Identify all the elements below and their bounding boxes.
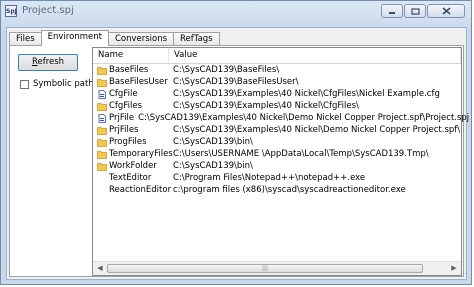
scroll-right-icon[interactable]: ▶ [449,264,459,273]
list-item-name: PrjFiles [109,125,139,135]
grip-icon: ||| [261,265,269,272]
list-item[interactable]: PrjFiles C:\SysCAD139\Examples\40 Nickel\… [93,124,461,136]
title-bar[interactable]: SpJ Project.spj [1,1,471,23]
symbolic-paths-label: Symbolic paths [33,79,99,89]
list-item-name-cell: ProgFiles [93,137,169,147]
list-item-name-cell: WorkFolder [93,161,169,171]
folder-icon [97,78,107,87]
list-item-value: C:\SysCAD139\bin\ [173,161,253,171]
column-header-name[interactable]: Name [93,48,169,63]
list-item-value: C:\SysCAD139\BaseFilesUser\ [173,77,299,87]
list-header: Name Value [93,48,461,64]
maximize-button[interactable] [404,4,426,18]
list-item-name-cell: PrjFile [93,113,134,123]
project-window: SpJ Project.spj Files Environment Conver… [0,0,472,285]
close-button[interactable] [427,4,465,18]
list-item-name-cell: ReactionEditor [93,185,172,195]
symbolic-paths-option[interactable]: Symbolic paths [20,79,98,89]
list-rows: BaseFiles C:\SysCAD139\BaseFiles\ BaseFile… [93,64,469,196]
scroll-left-icon[interactable]: ◀ [95,264,105,273]
list-item-name-cell: CfgFiles [93,101,169,111]
list-item[interactable]: TextEditor C:\Program Files\Notepad++\not… [93,172,461,184]
list-item-name: CfgFile [109,89,138,99]
list-item-name: TemporaryFiles [109,149,173,159]
folder-icon [97,138,107,147]
file-icon [98,113,106,123]
folder-icon [97,126,107,135]
list-item-value: C:\Users\USERNAME \AppData\Local\Temp\Sy… [173,149,429,159]
list-item-value: C:\SysCAD139\Examples\40 Nickel\Demo Nic… [138,113,470,123]
file-icon [98,89,106,99]
list-item[interactable]: ProgFiles C:\SysCAD139\bin\ [93,136,461,148]
list-item-name-cell: TemporaryFiles [93,149,173,159]
tab-reftags[interactable]: RefTags [173,32,220,46]
list-item-name-cell: PrjFiles [93,125,169,135]
list-item-name: ProgFiles [109,137,147,147]
list-item-value: C:\SysCAD139\Examples\40 Nickel\CfgFiles… [173,89,440,99]
dialog-client-area: Files Environment Conversions RefTags Re… [6,27,469,280]
close-icon [441,7,451,15]
tab-files[interactable]: Files [9,32,42,46]
list-item[interactable]: ReactionEditor c:\program files (x86)\sys… [93,184,461,196]
environment-list[interactable]: Name Value BaseFiles C:\SysCAD139\BaseFil… [92,47,469,276]
list-item[interactable]: CfgFiles C:\SysCAD139\Examples\40 Nickel\… [93,100,461,112]
list-item-name-cell: BaseFiles [93,65,169,75]
scroll-thumb[interactable]: ||| [107,264,423,273]
horizontal-scrollbar[interactable]: ◀ ||| ▶ [93,261,461,275]
list-item-name-cell: CfgFile [93,89,169,99]
list-item-name: CfgFiles [109,101,142,111]
list-item[interactable]: TemporaryFiles C:\Users\USERNAME \AppData… [93,148,461,160]
environment-panel: Refresh Symbolic paths Name Value BaseFi… [9,45,469,277]
list-item[interactable]: PrjFile C:\SysCAD139\Examples\40 Nickel\D… [93,112,469,124]
list-item-name: TextEditor [109,173,152,183]
list-item-value: C:\SysCAD139\bin\ [173,137,253,147]
app-icon: SpJ [5,5,17,17]
tab-environment[interactable]: Environment [40,30,109,46]
folder-icon [97,150,107,159]
tab-strip: Files Environment Conversions RefTags [9,30,220,46]
list-item-name: PrjFile [109,113,135,123]
refresh-label: efresh [37,57,65,67]
minimize-icon [389,12,395,14]
list-item-name: ReactionEditor [109,185,172,195]
window-controls [381,4,465,18]
list-item-value: C:\Program Files\Notepad++\notepad++.exe [173,173,366,183]
list-item-value: C:\SysCAD139\Examples\40 Nickel\Demo Nic… [173,125,461,135]
list-item-value: C:\SysCAD139\BaseFiles\ [173,65,280,75]
list-item-name: BaseFilesUser [109,77,168,87]
symbolic-paths-checkbox[interactable] [20,79,29,89]
folder-icon [97,66,107,75]
list-item[interactable]: BaseFilesUser C:\SysCAD139\BaseFilesUser\ [93,76,461,88]
list-item-name-cell: TextEditor [93,173,169,183]
resize-grip-icon[interactable]: ⋰ [459,272,469,282]
list-item[interactable]: WorkFolder C:\SysCAD139\bin\ [93,160,461,172]
list-item[interactable]: BaseFiles C:\SysCAD139\BaseFiles\ [93,64,461,76]
list-item-value: c:\program files (x86)\syscad\syscadreac… [173,185,406,195]
maximize-icon [410,7,420,15]
column-header-value[interactable]: Value [169,48,461,63]
list-item-name: BaseFiles [109,65,149,75]
refresh-button[interactable]: Refresh [18,54,78,71]
list-item[interactable]: CfgFile C:\SysCAD139\Examples\40 Nickel\C… [93,88,461,100]
list-item-name: WorkFolder [109,161,157,171]
minimize-button[interactable] [381,4,403,18]
folder-icon [97,102,107,111]
tab-conversions[interactable]: Conversions [107,32,175,46]
list-item-value: C:\SysCAD139\Examples\40 Nickel\CfgFiles… [173,101,359,111]
list-item-name-cell: BaseFilesUser [93,77,169,87]
folder-icon [97,162,107,171]
window-title: Project.spj [22,5,74,16]
